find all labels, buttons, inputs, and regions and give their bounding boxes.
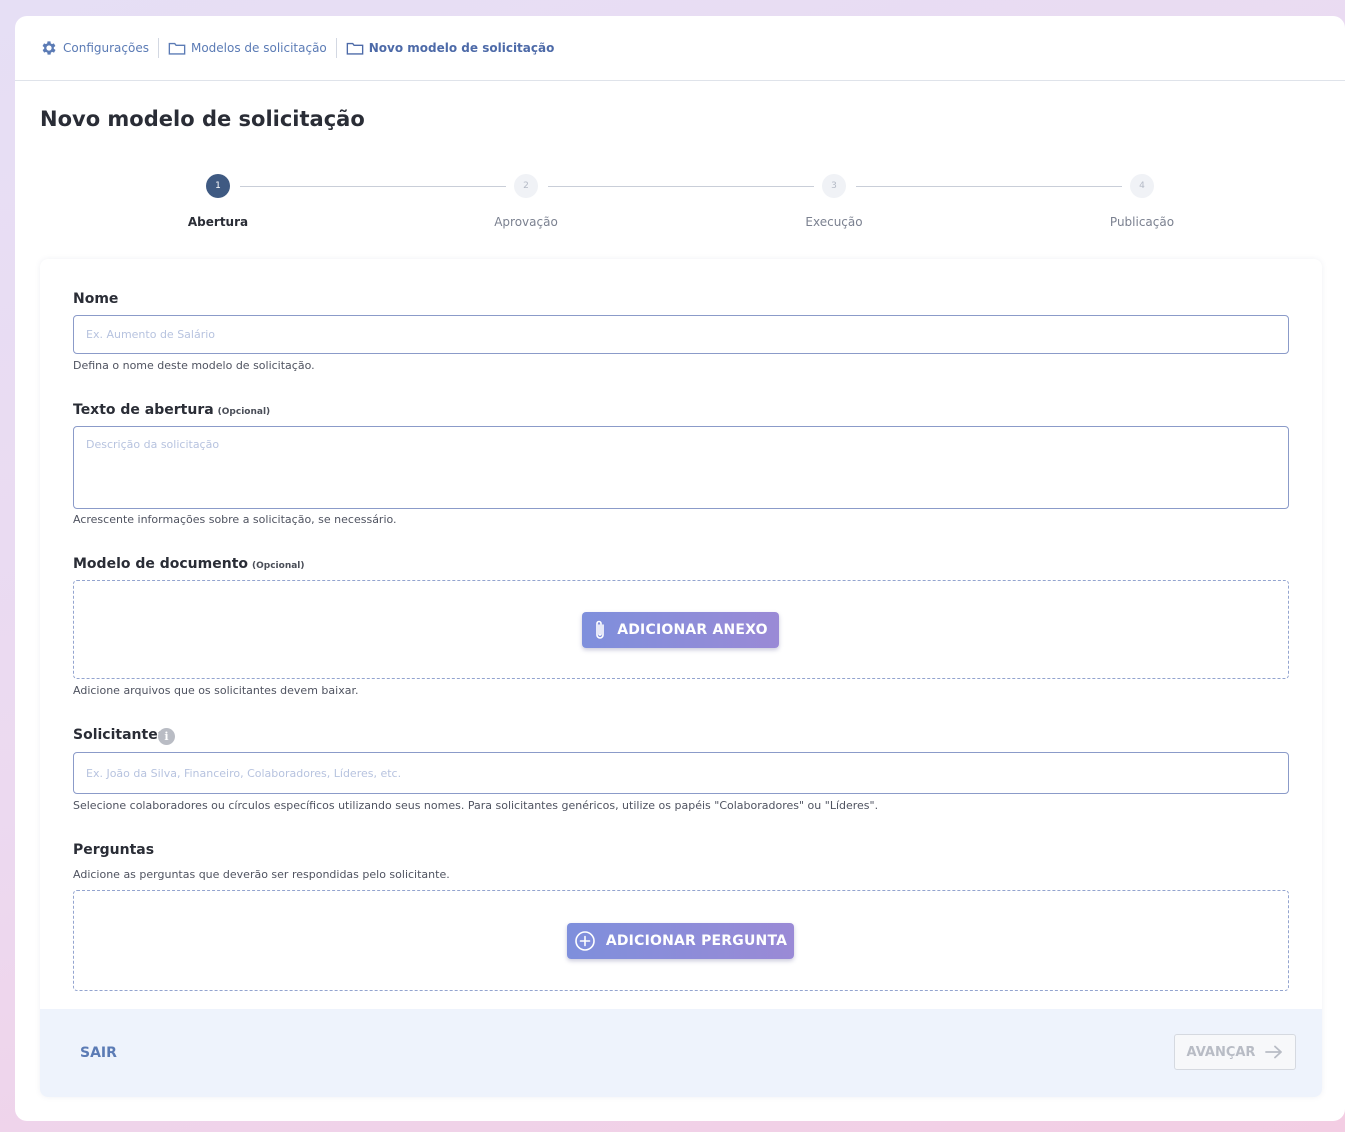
- folder-icon: [346, 42, 364, 55]
- step-2-indicator: 2: [514, 174, 538, 198]
- paperclip-icon: [596, 620, 605, 639]
- page-title: Novo modelo de solicitação: [40, 107, 365, 131]
- texto-abertura-label-text: Texto de abertura: [73, 402, 214, 418]
- perguntas-helper: Adicione as perguntas que deverão ser re…: [73, 868, 450, 881]
- breadcrumb-label: Configurações: [63, 41, 149, 55]
- step-connector: [548, 186, 814, 187]
- folder-icon: [168, 42, 186, 55]
- solicitantes-helper: Selecione colaboradores ou círculos espe…: [73, 799, 879, 812]
- breadcrumb-label: Modelos de solicitação: [190, 41, 327, 55]
- optional-tag: (Opcional): [217, 407, 271, 417]
- step-connector: [856, 186, 1122, 187]
- step-3-indicator: 3: [822, 174, 846, 198]
- add-attachment-label: ADICIONAR ANEXO: [617, 622, 768, 638]
- form-card: Nome Ex. Aumento de Salário Defina o nom…: [40, 259, 1322, 1097]
- breadcrumb-item-novo-modelo[interactable]: Novo modelo de solicitação: [346, 41, 555, 56]
- next-button-label: AVANÇAR: [1186, 1044, 1256, 1060]
- arrow-right-icon: [1265, 1045, 1283, 1059]
- solicitantes-input[interactable]: Ex. João da Silva, Financeiro, Colaborad…: [73, 752, 1289, 794]
- plus-circle-icon: [575, 931, 595, 951]
- modelo-documento-helper: Adicione arquivos que os solicitantes de…: [73, 684, 359, 697]
- add-question-button[interactable]: ADICIONAR PERGUNTA: [567, 923, 794, 959]
- step-1-indicator: 1: [206, 174, 230, 198]
- nome-placeholder: Ex. Aumento de Salário: [86, 328, 216, 341]
- texto-abertura-label: Texto de abertura (Opcional): [73, 402, 270, 418]
- nome-label: Nome: [73, 291, 118, 307]
- step-2-label: Aprovação: [494, 215, 558, 229]
- info-icon[interactable]: i: [158, 728, 175, 745]
- add-attachment-button[interactable]: ADICIONAR ANEXO: [582, 612, 779, 648]
- nome-label-text: Nome: [73, 291, 119, 307]
- exit-button[interactable]: SAIR: [80, 1045, 117, 1061]
- gear-icon: [42, 41, 56, 55]
- nome-helper: Defina o nome deste modelo de solicitaçã…: [73, 359, 315, 372]
- next-button[interactable]: AVANÇAR: [1174, 1034, 1296, 1070]
- modelo-documento-label-text: Modelo de documento: [73, 556, 249, 572]
- nome-input[interactable]: Ex. Aumento de Salário: [73, 315, 1289, 354]
- breadcrumb: Configurações Modelos de solicitação Nov…: [15, 16, 1345, 81]
- breadcrumb-item-modelos[interactable]: Modelos de solicitação: [168, 41, 327, 56]
- breadcrumb-item-configuracoes[interactable]: Configurações: [40, 39, 149, 57]
- perguntas-label: Perguntas: [73, 842, 154, 858]
- perguntas-label-text: Perguntas: [73, 842, 155, 858]
- step-1-label: Abertura: [187, 215, 249, 229]
- main-window: Configurações Modelos de solicitação Nov…: [15, 16, 1345, 1121]
- add-question-label: ADICIONAR PERGUNTA: [605, 933, 788, 949]
- breadcrumb-separator: [157, 38, 159, 58]
- texto-abertura-textarea[interactable]: Descrição da solicitação: [73, 426, 1289, 509]
- solicitantes-label-text: Solicitantes: [73, 727, 167, 743]
- step-4-indicator: 4: [1130, 174, 1154, 198]
- solicitantes-label: Solicitantes: [73, 727, 166, 743]
- modelo-documento-label: Modelo de documento (Opcional): [73, 556, 305, 572]
- step-4-label: Publicação: [1109, 215, 1175, 229]
- solicitantes-placeholder: Ex. João da Silva, Financeiro, Colaborad…: [86, 766, 402, 780]
- step-3-label: Execução: [805, 215, 863, 229]
- texto-abertura-helper: Acrescente informações sobre a solicitaç…: [73, 513, 397, 526]
- texto-abertura-placeholder: Descrição da solicitação: [86, 438, 220, 451]
- optional-tag: (Opcional): [252, 561, 305, 571]
- step-connector: [240, 186, 506, 187]
- breadcrumb-separator: [335, 38, 337, 58]
- form-footer: SAIR AVANÇAR: [40, 1009, 1322, 1097]
- breadcrumb-label: Novo modelo de solicitação: [368, 41, 555, 55]
